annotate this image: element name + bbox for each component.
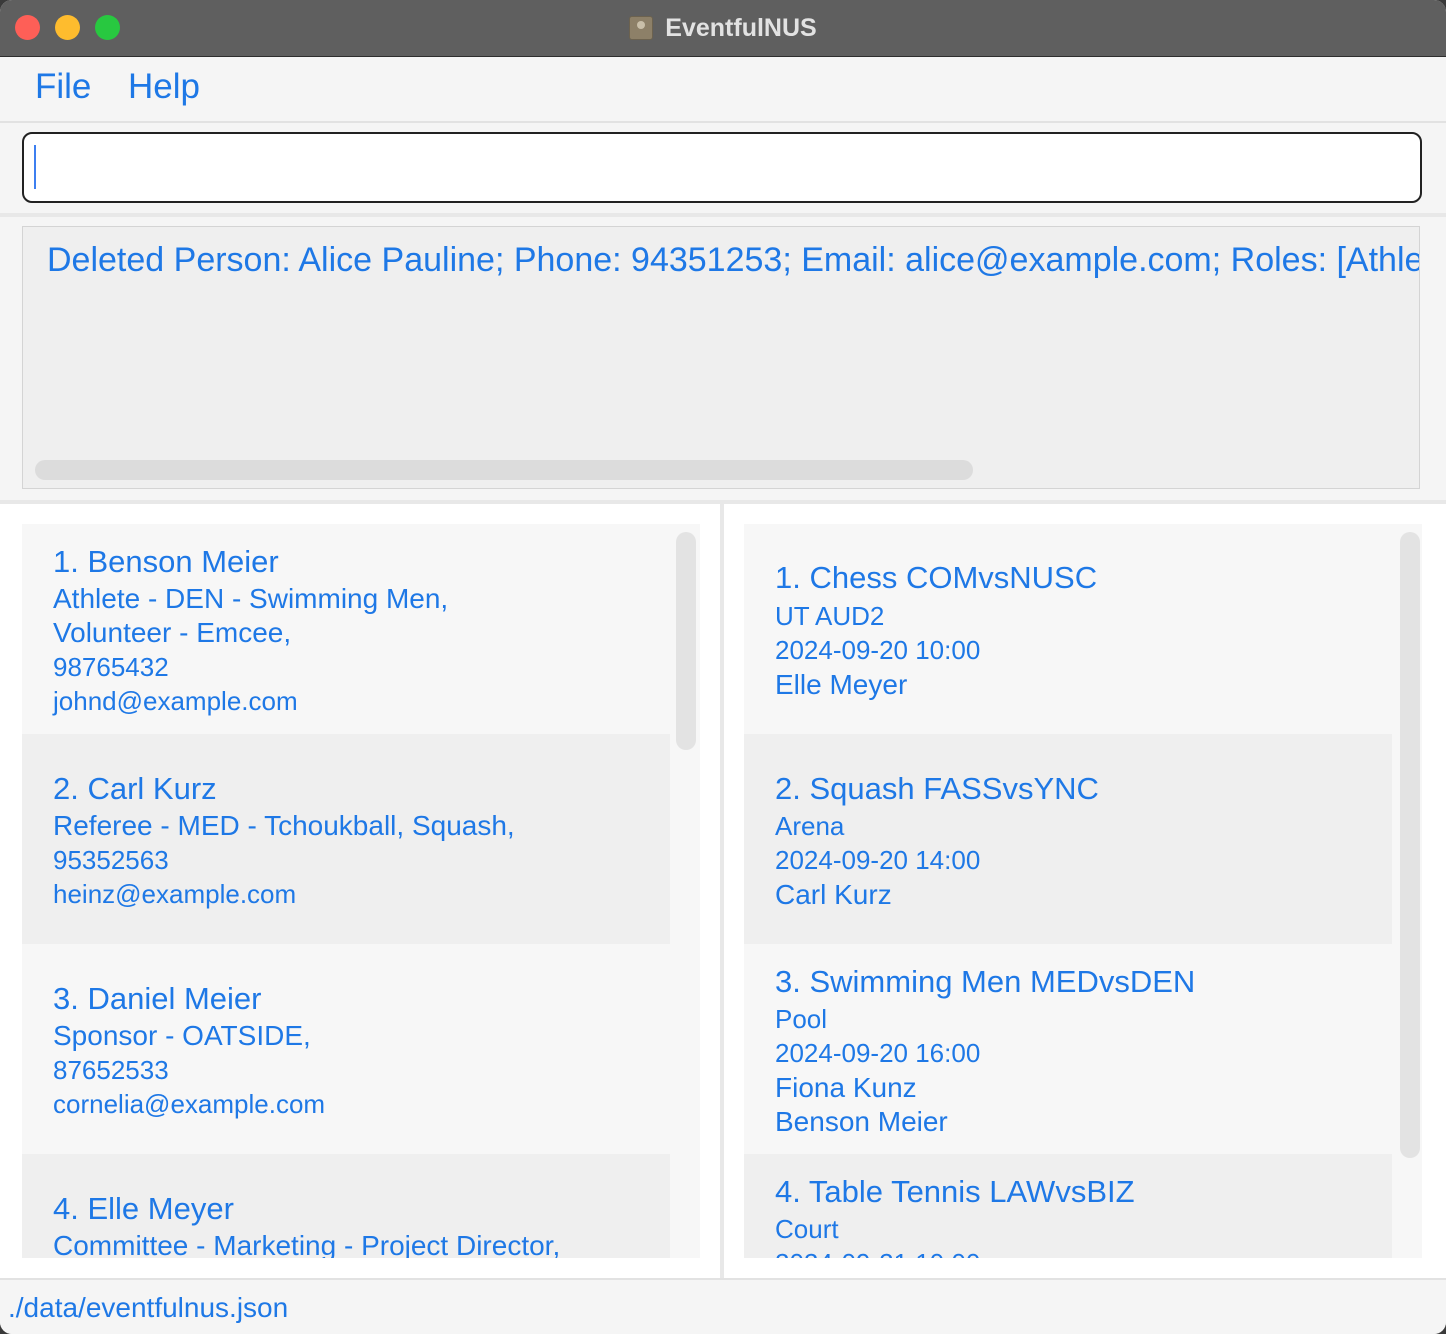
event-participant: Carl Kurz — [775, 879, 892, 910]
person-email: johnd@example.com — [53, 686, 298, 716]
title-bar: EventfulNUS — [0, 0, 1446, 57]
person-name: 3. Daniel Meier — [53, 981, 262, 1016]
text-caret — [34, 145, 36, 189]
menu-file[interactable]: File — [35, 67, 91, 107]
person-name: 2. Carl Kurz — [53, 771, 217, 806]
person-card[interactable]: 2. Carl Kurz Referee - MED - Tchoukball,… — [22, 734, 670, 944]
window-title: EventfulNUS — [665, 13, 817, 42]
person-role: Athlete - DEN - Swimming Men, — [53, 583, 449, 614]
person-role: Committee - Marketing - Project Director… — [53, 1230, 561, 1258]
person-list-panel: 1. Benson Meier Athlete - DEN - Swimming… — [0, 504, 724, 1278]
person-email: cornelia@example.com — [53, 1089, 326, 1119]
command-input[interactable] — [22, 132, 1422, 203]
person-name: 4. Elle Meyer — [53, 1191, 234, 1226]
person-name: 1. Benson Meier — [53, 544, 279, 579]
menu-help[interactable]: Help — [128, 67, 200, 107]
event-card[interactable]: 3. Swimming Men MEDvsDEN Pool 2024-09-20… — [744, 944, 1392, 1154]
event-participant: Benson Meier — [775, 1106, 948, 1137]
result-display-area: Deleted Person: Alice Pauline; Phone: 94… — [0, 217, 1446, 504]
person-list-scrollbar[interactable] — [676, 532, 696, 750]
person-role: Sponsor - OATSIDE, — [53, 1020, 311, 1051]
event-list-panel: 1. Chess COMvsNUSC UT AUD2 2024-09-20 10… — [724, 504, 1446, 1278]
event-list-scrollbar[interactable] — [1400, 532, 1420, 1158]
event-card[interactable]: 4. Table Tennis LAWvsBIZ Court 2024-09-2… — [744, 1154, 1392, 1258]
event-name: 1. Chess COMvsNUSC — [775, 560, 1098, 595]
menu-bar: File Help — [0, 57, 1446, 123]
command-box-area — [0, 123, 1446, 217]
result-display[interactable]: Deleted Person: Alice Pauline; Phone: 94… — [22, 226, 1420, 489]
event-time: 2024-09-20 16:00 — [775, 1038, 981, 1068]
event-venue: UT AUD2 — [775, 601, 885, 631]
person-email: heinz@example.com — [53, 879, 297, 909]
event-venue: Court — [775, 1214, 839, 1244]
status-bar: ./data/eventfulnus.json — [0, 1278, 1446, 1334]
event-participant: Fiona Kunz — [775, 1072, 917, 1103]
event-name: 3. Swimming Men MEDvsDEN — [775, 964, 1196, 999]
event-name: 4. Table Tennis LAWvsBIZ — [775, 1174, 1135, 1209]
event-name: 2. Squash FASSvsYNC — [775, 771, 1099, 806]
event-time: 2024-09-21 10:00 — [775, 1248, 980, 1258]
person-card[interactable]: 3. Daniel Meier Sponsor - OATSIDE, 87652… — [22, 944, 670, 1154]
app-window: EventfulNUS File Help Deleted Person: Al… — [0, 0, 1446, 1334]
event-venue: Arena — [775, 811, 845, 841]
person-phone: 95352563 — [53, 845, 169, 875]
person-role: Referee - MED - Tchoukball, Squash, — [53, 810, 515, 841]
event-participant: Elle Meyer — [775, 669, 908, 700]
person-phone: 87652533 — [53, 1055, 169, 1085]
event-venue: Pool — [775, 1004, 828, 1034]
person-list[interactable]: 1. Benson Meier Athlete - DEN - Swimming… — [22, 524, 700, 1258]
data-file-path: ./data/eventfulnus.json — [8, 1292, 289, 1323]
person-phone: 98765432 — [53, 652, 169, 682]
person-card[interactable]: 4. Elle Meyer Committee - Marketing - Pr… — [22, 1154, 670, 1258]
result-horizontal-scrollbar[interactable] — [35, 460, 973, 480]
person-role: Volunteer - Emcee, — [53, 617, 292, 648]
result-message: Deleted Person: Alice Pauline; Phone: 94… — [47, 241, 1420, 279]
event-card[interactable]: 1. Chess COMvsNUSC UT AUD2 2024-09-20 10… — [744, 524, 1392, 734]
event-card[interactable]: 2. Squash FASSvsYNC Arena 2024-09-20 14:… — [744, 734, 1392, 944]
event-time: 2024-09-20 14:00 — [775, 845, 981, 875]
person-card[interactable]: 1. Benson Meier Athlete - DEN - Swimming… — [22, 524, 670, 734]
event-list[interactable]: 1. Chess COMvsNUSC UT AUD2 2024-09-20 10… — [744, 524, 1422, 1258]
event-time: 2024-09-20 10:00 — [775, 635, 981, 665]
app-icon — [629, 16, 654, 40]
